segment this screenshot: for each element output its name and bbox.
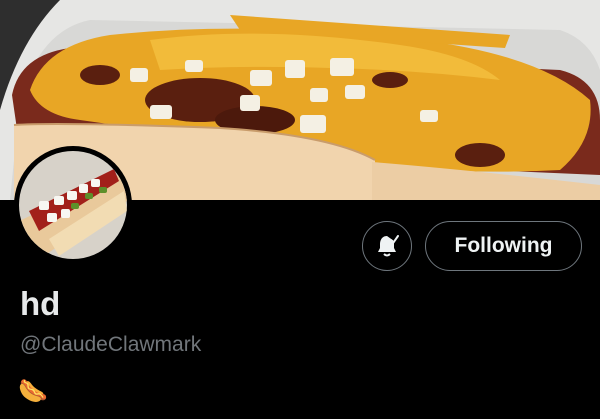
- following-button[interactable]: Following: [425, 221, 582, 271]
- profile-avatar[interactable]: [14, 146, 132, 264]
- user-handle: @ClaudeClawmark: [20, 333, 202, 356]
- bio-text: 🌭: [18, 377, 48, 405]
- display-name: hd: [20, 285, 61, 322]
- avatar-image: [19, 151, 127, 259]
- notifications-button[interactable]: [362, 221, 412, 271]
- bell-subscribed-icon: [378, 235, 399, 257]
